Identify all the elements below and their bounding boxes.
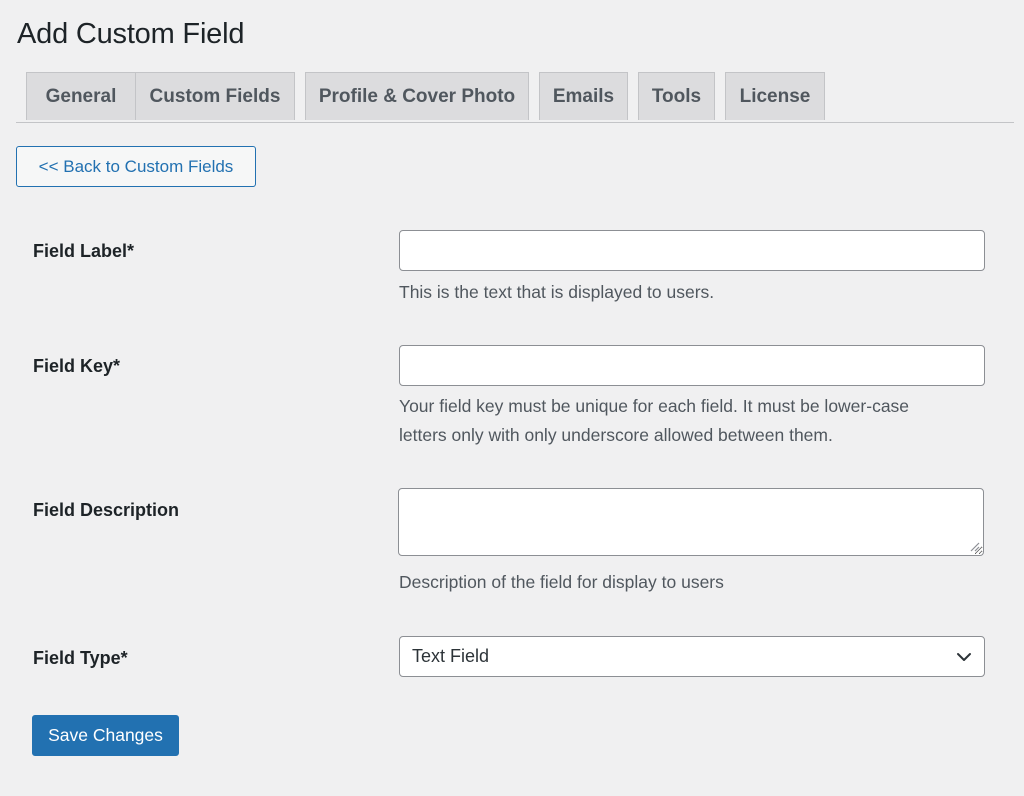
field-key-label: Field Key* xyxy=(33,356,121,376)
field-label-input[interactable] xyxy=(399,230,985,271)
page-title: Add Custom Field xyxy=(17,18,245,50)
field-type-label: Field Type* xyxy=(33,648,128,668)
settings-tabs: General Custom Fields Profile & Cover Ph… xyxy=(16,72,1014,123)
field-label-label: Field Label* xyxy=(33,241,135,261)
field-description-label: Field Description xyxy=(33,500,180,520)
tab-profile-cover-photo[interactable]: Profile & Cover Photo xyxy=(305,72,529,120)
tab-general[interactable]: General xyxy=(26,72,136,120)
save-changes-button[interactable]: Save Changes xyxy=(32,715,179,756)
field-key-help-line1: Your field key must be unique for each f… xyxy=(399,396,910,416)
field-key-input[interactable] xyxy=(399,345,985,386)
field-description-textarea[interactable] xyxy=(398,488,984,556)
field-key-help-line2: letters only with only underscore allowe… xyxy=(399,425,833,445)
tab-emails[interactable]: Emails xyxy=(539,72,628,120)
tab-custom-fields[interactable]: Custom Fields xyxy=(135,72,295,120)
tab-tools[interactable]: Tools xyxy=(638,72,715,120)
field-description-help: Description of the field for display to … xyxy=(399,572,724,592)
field-type-select[interactable]: Text Field xyxy=(399,636,985,677)
field-label-help: This is the text that is displayed to us… xyxy=(399,282,715,302)
chevron-down-icon xyxy=(957,653,971,661)
back-to-custom-fields-button[interactable]: << Back to Custom Fields xyxy=(16,146,256,187)
add-custom-field-page: Add Custom Field General Custom Fields P… xyxy=(0,0,1024,796)
tab-license[interactable]: License xyxy=(725,72,825,120)
field-type-selected-value: Text Field xyxy=(412,646,490,666)
